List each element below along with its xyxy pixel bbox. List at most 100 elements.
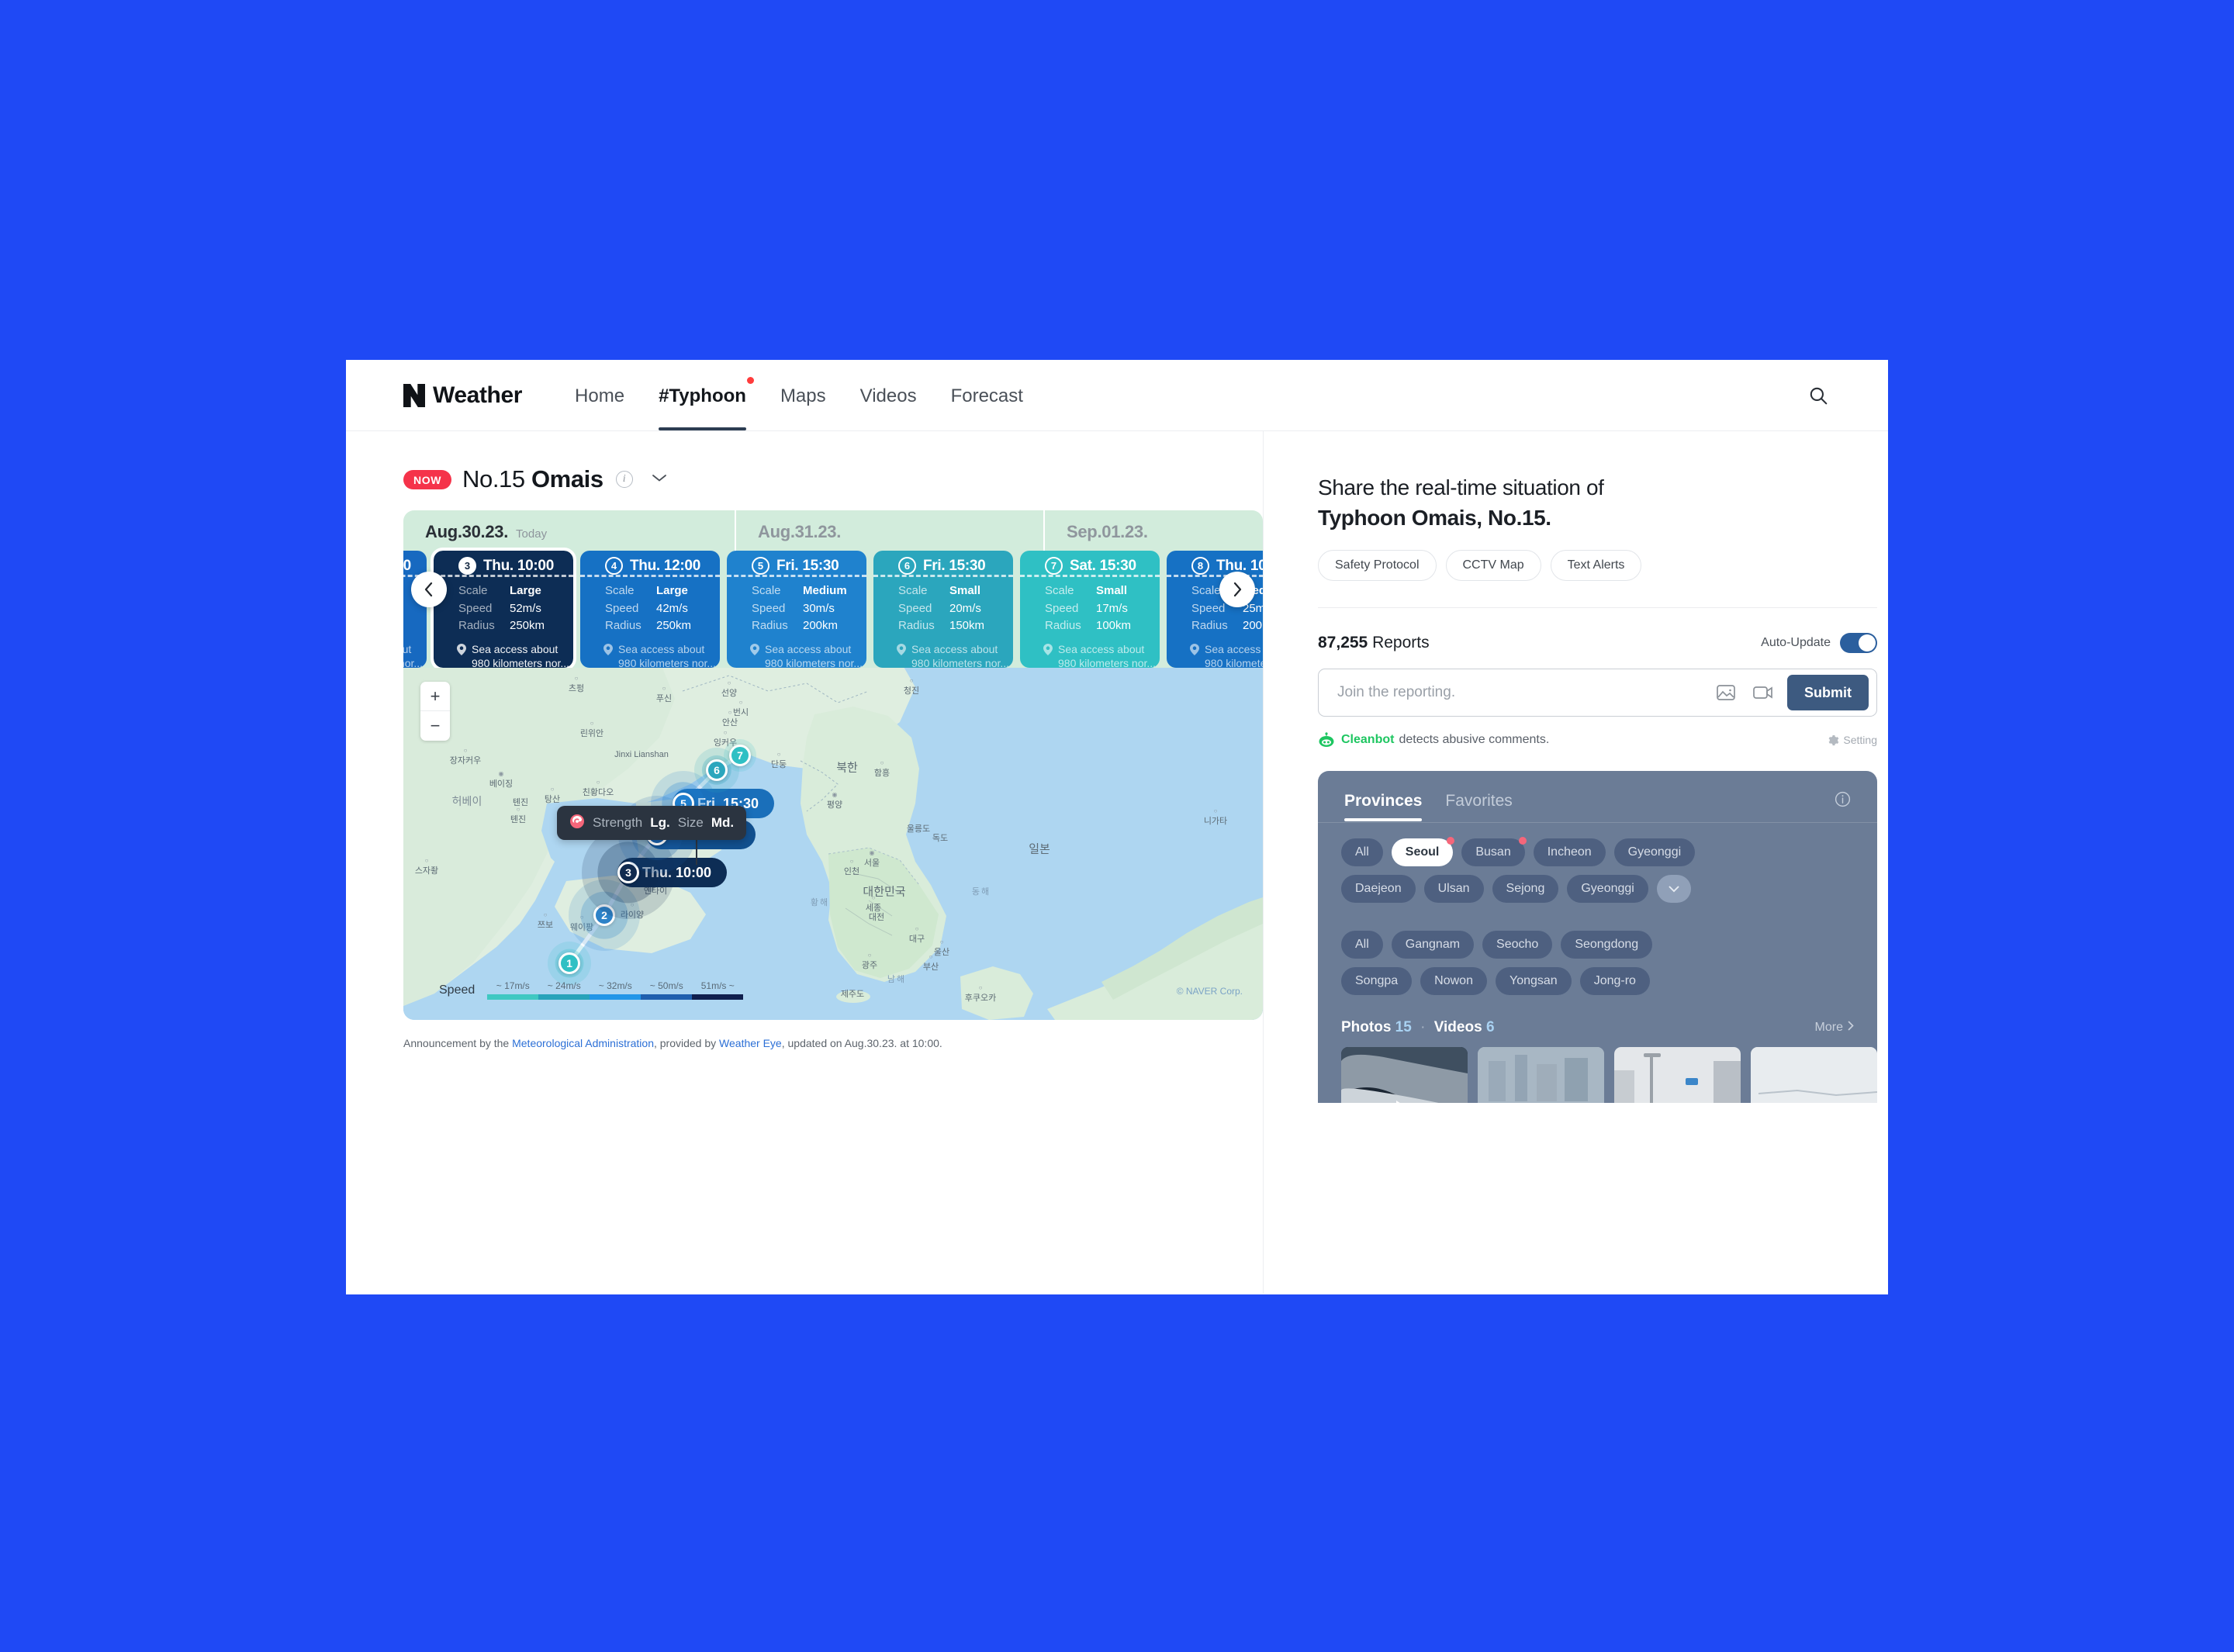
main-nav: Home #Typhoon Maps Videos Forecast (575, 360, 1023, 430)
chip-seongdong[interactable]: Seongdong (1561, 931, 1653, 959)
timeline-connector (580, 575, 720, 577)
more-label: More (1814, 1021, 1843, 1035)
reports-number: 87,255 (1318, 634, 1368, 652)
nav-item-maps[interactable]: Maps (780, 360, 826, 430)
timeline-prev-button[interactable] (411, 571, 447, 607)
timeline-card-time: Thu. 12:00 (630, 557, 707, 575)
map-label: 서울 (864, 850, 880, 869)
chip-yongsan[interactable]: Yongsan (1495, 967, 1572, 996)
speed-legend: Speed ~ 17m/s ~ 24m/s ~ 32m/s ~ 50m/s 51m/s … (439, 980, 744, 1000)
legend-caption: ~ 17m/s (496, 980, 530, 991)
search-icon[interactable] (1803, 380, 1834, 411)
province-row-2: Daejeon Ulsan Sejong Gyeonggi (1341, 875, 1854, 904)
chip-all[interactable]: All (1341, 931, 1383, 959)
chip-label: Gyeonggi (1627, 845, 1682, 859)
scale-label: Scale (458, 584, 488, 597)
chip-daejeon[interactable]: Daejeon (1341, 875, 1416, 904)
scale-label: Scale (898, 584, 928, 597)
track-node-1[interactable]: 1 (548, 942, 591, 985)
auto-update-toggle[interactable] (1840, 633, 1877, 654)
chip-incheon[interactable]: Incheon (1533, 838, 1606, 867)
legend-caption: ~ 24m/s (547, 980, 581, 991)
image-icon[interactable] (1713, 679, 1739, 706)
timeline-card[interactable]: 7 Sat. 15:30 Scale Small Speed 17m/s Radius 100… (1020, 551, 1160, 668)
report-input-row: Submit (1318, 669, 1877, 717)
chip-gyeonggi[interactable]: Gyeonggi (1613, 838, 1696, 867)
nav-item-videos[interactable]: Videos (860, 360, 917, 430)
sidebar-heading-line1: Share the real-time situation of (1318, 475, 1604, 499)
weather-app-window: Weather Home #Typhoon Maps Videos Foreca… (346, 360, 1888, 1294)
nav-item-forecast[interactable]: Forecast (951, 360, 1023, 430)
typhoon-name: Omais (531, 465, 603, 492)
radius-value: 250km (510, 619, 545, 632)
chip-seoul[interactable]: Seoul (1391, 837, 1455, 867)
chip-busan[interactable]: Busan (1461, 837, 1527, 867)
legend-title: Speed (439, 983, 476, 997)
report-input[interactable] (1336, 683, 1702, 703)
timeline-card[interactable]: 6 Fri. 15:30 Scale Small Speed 20m/s Radius 150… (873, 551, 1013, 668)
list-item[interactable] (1614, 1047, 1741, 1104)
brand-logo[interactable]: Weather (403, 382, 522, 409)
cctv-map-button[interactable]: CCTV Map (1445, 550, 1541, 582)
info-icon[interactable] (1835, 791, 1851, 811)
timeline-date: Aug.31.23. (758, 522, 842, 541)
chip-gyeonggi[interactable]: Gyeonggi (1567, 875, 1648, 904)
map-label: 북한 (836, 761, 858, 775)
chip-sejong[interactable]: Sejong (1492, 875, 1559, 904)
size-label: Size (677, 815, 704, 830)
timeline-card-time: Sat. 15:30 (1070, 557, 1143, 575)
chip-label: Daejeon (1355, 882, 1402, 896)
track-node-6[interactable]: 6 (694, 748, 739, 793)
chevron-down-icon[interactable] (1656, 875, 1691, 904)
chip-all[interactable]: All (1341, 838, 1383, 867)
tab-favorites[interactable]: Favorites (1445, 792, 1512, 821)
timeline-date: Aug.30.23. (425, 522, 509, 541)
video-icon[interactable] (1750, 679, 1776, 706)
timeline-card[interactable]: 2Wed. 22:00ScaleLargeSpeed55m/sRadius260… (403, 551, 427, 668)
weather-eye-link[interactable]: Weather Eye (719, 1037, 782, 1049)
chip-jong-ro[interactable]: Jong-ro (1579, 967, 1650, 996)
nav-item-typhoon[interactable]: #Typhoon (659, 360, 754, 430)
submit-button[interactable]: Submit (1787, 675, 1869, 711)
tab-provinces[interactable]: Provinces (1344, 792, 1423, 822)
zoom-out-button[interactable]: − (420, 711, 450, 741)
timeline-card[interactable]: 8Thu. 10:00ScaleMediumSpeed25m/sRadius20… (1167, 551, 1263, 668)
typhoon-track-map[interactable]: + − 장자커우 츠펑푸신린위안 Jinxi Lianshan 베이징 친황다오허베이톈… (403, 668, 1263, 1020)
nav-item-home[interactable]: Home (575, 360, 624, 430)
info-icon[interactable]: i (615, 471, 633, 488)
chip-songpa[interactable]: Songpa (1341, 967, 1413, 996)
legend-segment: ~ 50m/s (641, 980, 693, 1000)
chip-seocho[interactable]: Seocho (1482, 931, 1553, 959)
list-item[interactable] (1751, 1047, 1877, 1104)
map-label: 톈진 (510, 807, 526, 825)
timeline-card-number: 6 (898, 557, 916, 575)
map-label: 후쿠오카 (965, 985, 996, 1004)
media-more-button[interactable]: More (1815, 1021, 1854, 1035)
chevron-down-icon[interactable] (652, 472, 667, 486)
chip-label: Sejong (1506, 882, 1545, 896)
chip-nowon[interactable]: Nowon (1420, 967, 1487, 996)
meteorological-administration-link[interactable]: Meteorological Administration (512, 1037, 654, 1049)
timeline-card[interactable]: 4 Thu. 12:00 Scale Large Speed 42m/s Radius 250… (580, 551, 720, 668)
timeline-next-button[interactable] (1219, 571, 1255, 607)
speed-label: Speed (1045, 601, 1079, 615)
safety-protocol-button[interactable]: Safety Protocol (1318, 550, 1437, 582)
scale-value: Large (510, 584, 541, 597)
zoom-in-button[interactable]: + (420, 682, 450, 711)
track-node-7[interactable]: 7 (724, 739, 756, 772)
timeline-card[interactable]: 5 Fri. 15:30 Scale Medium Speed 30m/s Radius 20… (727, 551, 866, 668)
legend-swatch (692, 994, 744, 1000)
timeline-card[interactable]: 3 Thu. 10:00 Scale Large Speed 52m/s Radius 250… (431, 548, 576, 668)
timeline-connector (727, 575, 866, 577)
cleanbot-setting-button[interactable]: Setting (1828, 734, 1877, 746)
list-item[interactable] (1478, 1047, 1604, 1104)
radius-value: 100km (1096, 619, 1132, 632)
separator: · (1420, 1019, 1426, 1036)
chip-ulsan[interactable]: Ulsan (1423, 875, 1484, 904)
chip-label: Gyeonggi (1581, 882, 1634, 896)
text-alerts-button[interactable]: Text Alerts (1550, 550, 1642, 582)
media-thumbnail-strip (1318, 1036, 1877, 1104)
chip-gangnam[interactable]: Gangnam (1391, 931, 1475, 959)
map-label: 광주 (862, 952, 877, 971)
list-item[interactable] (1341, 1047, 1468, 1104)
